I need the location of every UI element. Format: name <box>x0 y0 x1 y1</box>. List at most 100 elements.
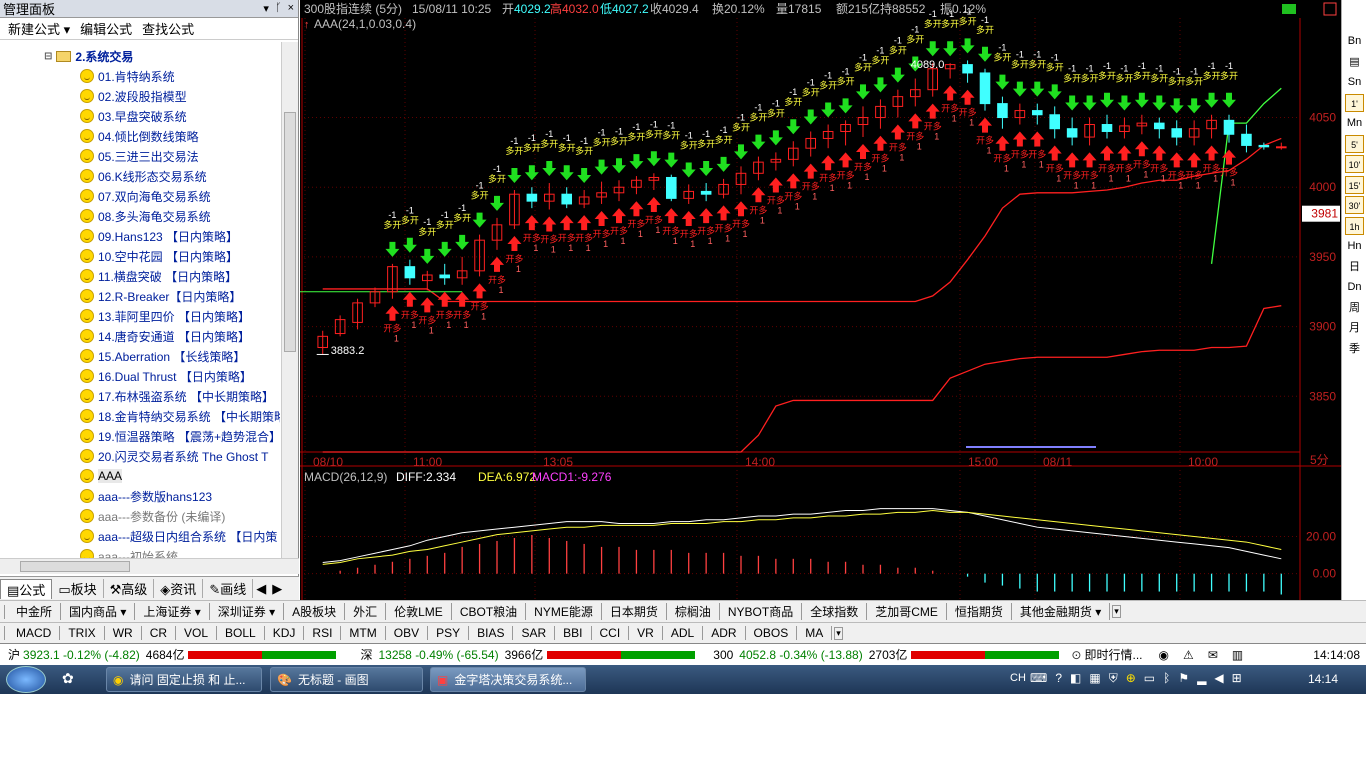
period-button[interactable]: Mn <box>1345 114 1364 132</box>
notebook-icon[interactable]: ▥ <box>1232 648 1243 662</box>
tray-icon-1[interactable]: ◧ <box>1070 671 1081 686</box>
more-dropdown-icon[interactable]: ▾ <box>1112 605 1121 618</box>
pin-icon[interactable]: ᚴ <box>275 2 282 15</box>
tree-item[interactable]: 04.倾比倒数线策略 <box>80 126 280 146</box>
period-button[interactable]: 15' <box>1345 175 1364 194</box>
period-button[interactable]: Bn <box>1345 32 1364 50</box>
tree-item[interactable]: 09.Hans123 【日内策略】 <box>80 226 280 246</box>
tree-item[interactable]: 03.早盘突破系统 <box>80 106 280 126</box>
network-icon[interactable]: ⊞ <box>1232 671 1242 686</box>
tree-item[interactable]: 19.恒温器策略 【震荡+趋势混合】 <box>80 426 280 446</box>
tray-icon-2[interactable]: ▦ <box>1089 671 1100 686</box>
tree-item[interactable]: 15.Aberration 【长线策略】 <box>80 346 280 366</box>
indicator-tab[interactable]: MACD <box>8 626 61 640</box>
period-button[interactable]: Dn <box>1345 278 1364 296</box>
tree-item[interactable]: 16.Dual Thrust 【日内策略】 <box>80 366 280 386</box>
tab-drawing[interactable]: ✎画线 <box>203 579 254 598</box>
bluetooth-icon[interactable]: ᛒ <box>1163 671 1170 686</box>
tree-item[interactable]: 05.三进三出交易法 <box>80 146 280 166</box>
tab-scroll-left-icon[interactable]: ◀ <box>253 581 269 597</box>
period-button[interactable]: Hn <box>1345 237 1364 255</box>
market-tab[interactable]: 上海证券 ▾ <box>135 603 210 620</box>
market-tab[interactable]: 全球指数 <box>802 603 868 620</box>
chart-canvas[interactable]: 4050 4000 3950 3900 3850 08/10 11:00 13:05 14:00… <box>300 0 1341 600</box>
input-language[interactable]: CH <box>1010 672 1026 684</box>
indicator-tab[interactable]: TRIX <box>60 626 105 640</box>
period-button[interactable]: 30' <box>1345 196 1364 214</box>
taskbar-app-icon[interactable]: ✿ <box>62 670 84 690</box>
period-button[interactable]: Sn <box>1345 73 1364 91</box>
market-tab[interactable]: A股板块 <box>284 603 346 620</box>
tab-sector[interactable]: ▭板块 <box>52 579 104 598</box>
market-tab[interactable]: 其他金融期货 ▾ <box>1012 603 1111 620</box>
more-dropdown-icon[interactable]: ▾ <box>834 626 843 640</box>
period-button[interactable]: 季 <box>1345 340 1364 358</box>
collapse-icon[interactable]: ⊟ <box>44 51 52 62</box>
indicator-tab[interactable]: VR <box>629 626 663 640</box>
tree-item[interactable]: 20.闪灵交易者系统 The Ghost T <box>80 446 280 466</box>
market-tab[interactable]: CBOT粮油 <box>452 603 527 620</box>
period-button[interactable]: 1h <box>1345 216 1364 235</box>
period-button[interactable]: 日 <box>1345 258 1364 276</box>
indicator-tab[interactable]: CR <box>142 626 177 640</box>
period-button[interactable]: 10' <box>1345 155 1364 173</box>
period-button[interactable]: 周 <box>1345 299 1364 317</box>
close-icon[interactable]: × <box>288 2 294 15</box>
tab-advanced[interactable]: ⚒高级 <box>104 579 155 598</box>
tree-item[interactable]: aaa---参数版hans123 <box>80 486 280 506</box>
period-button[interactable]: 1' <box>1345 93 1364 112</box>
keyboard-icon[interactable]: ⌨ <box>1030 671 1047 686</box>
help-icon[interactable]: ? <box>1055 671 1062 686</box>
taskbar-item-paint[interactable]: 🎨 无标题 - 画图 <box>270 667 423 692</box>
tree-item[interactable]: 18.金肯特纳交易系统 【中长期策略】 <box>80 406 280 426</box>
tree-item[interactable]: 01.肯特纳系统 <box>80 66 280 86</box>
tree-horizontal-scrollbar[interactable] <box>0 558 299 574</box>
message-icon[interactable]: ✉ <box>1208 648 1218 662</box>
realtime-quote-link[interactable]: 即时行情... <box>1084 646 1142 663</box>
market-tab[interactable]: 日本期货 <box>602 603 667 620</box>
tree-item[interactable]: 17.布林强盗系统 【中长期策略】 <box>80 386 280 406</box>
market-tab[interactable]: 国内商品 ▾ <box>61 603 136 620</box>
market-tab[interactable]: 伦敦LME <box>386 603 452 620</box>
indicator-tab[interactable]: CCI <box>592 626 630 640</box>
tree-item[interactable]: aaa---参数备份 (未编译) <box>80 506 280 526</box>
add-icon[interactable]: ⊕ <box>1126 671 1136 686</box>
tree-item[interactable]: 08.多头海龟交易系统 <box>80 206 280 226</box>
find-formula-button[interactable]: 查找公式 <box>142 19 194 38</box>
tree-item[interactable]: aaa---初始系统 <box>80 546 280 558</box>
window-icon[interactable]: ▭ <box>1144 671 1155 686</box>
taskbar-item-browser[interactable]: ◉ 请问 固定止损 和 止... <box>106 667 262 692</box>
tree-item[interactable]: aaa---超级日内组合系统 【日内策 <box>80 526 280 546</box>
market-tab[interactable]: 棕榈油 <box>667 603 720 620</box>
flag-icon[interactable]: ⚑ <box>1178 671 1189 686</box>
shield-icon[interactable]: ⛨ <box>1109 671 1118 686</box>
market-tab[interactable]: NYME能源 <box>526 603 602 620</box>
indicator-tab[interactable]: OBOS <box>746 626 798 640</box>
market-tab[interactable]: 恒指期货 <box>947 603 1012 620</box>
period-button[interactable]: 月 <box>1345 319 1364 337</box>
warning-icon[interactable]: ⚠ <box>1183 648 1194 662</box>
indicator-tab[interactable]: BIAS <box>469 626 514 640</box>
tree-item[interactable]: AAA <box>80 466 280 486</box>
market-tab[interactable]: NYBOT商品 <box>720 603 803 620</box>
alert-icon[interactable]: ◉ <box>1159 648 1169 662</box>
indicator-tab[interactable]: MTM <box>341 626 386 640</box>
tab-news[interactable]: ◈资讯 <box>154 579 204 598</box>
start-button[interactable] <box>6 666 46 693</box>
indicator-tab[interactable]: KDJ <box>265 626 305 640</box>
tree-item[interactable]: 12.R-Breaker【日内策略】 <box>80 286 280 306</box>
volume-icon[interactable]: ◀ <box>1214 671 1223 686</box>
tree-item[interactable]: 10.空中花园 【日内策略】 <box>80 246 280 266</box>
tree-item[interactable]: 11.横盘突破 【日内策略】 <box>80 266 280 286</box>
period-button[interactable]: 5' <box>1345 134 1364 153</box>
indicator-tab[interactable]: ADL <box>663 626 704 640</box>
indicator-tab[interactable]: ADR <box>703 626 746 640</box>
indicator-tab[interactable]: RSI <box>304 626 342 640</box>
new-formula-button[interactable]: 新建公式 ▾ <box>8 19 70 38</box>
indicator-tab[interactable]: SAR <box>513 626 556 640</box>
tree-item[interactable]: 07.双向海龟交易系统 <box>80 186 280 206</box>
market-tab[interactable]: 中金所 <box>8 603 62 620</box>
indicator-tab[interactable]: PSY <box>428 626 470 640</box>
tree-item[interactable]: 02.波段股指模型 <box>80 86 280 106</box>
tree-item[interactable]: 13.菲阿里四价 【日内策略】 <box>80 306 280 326</box>
